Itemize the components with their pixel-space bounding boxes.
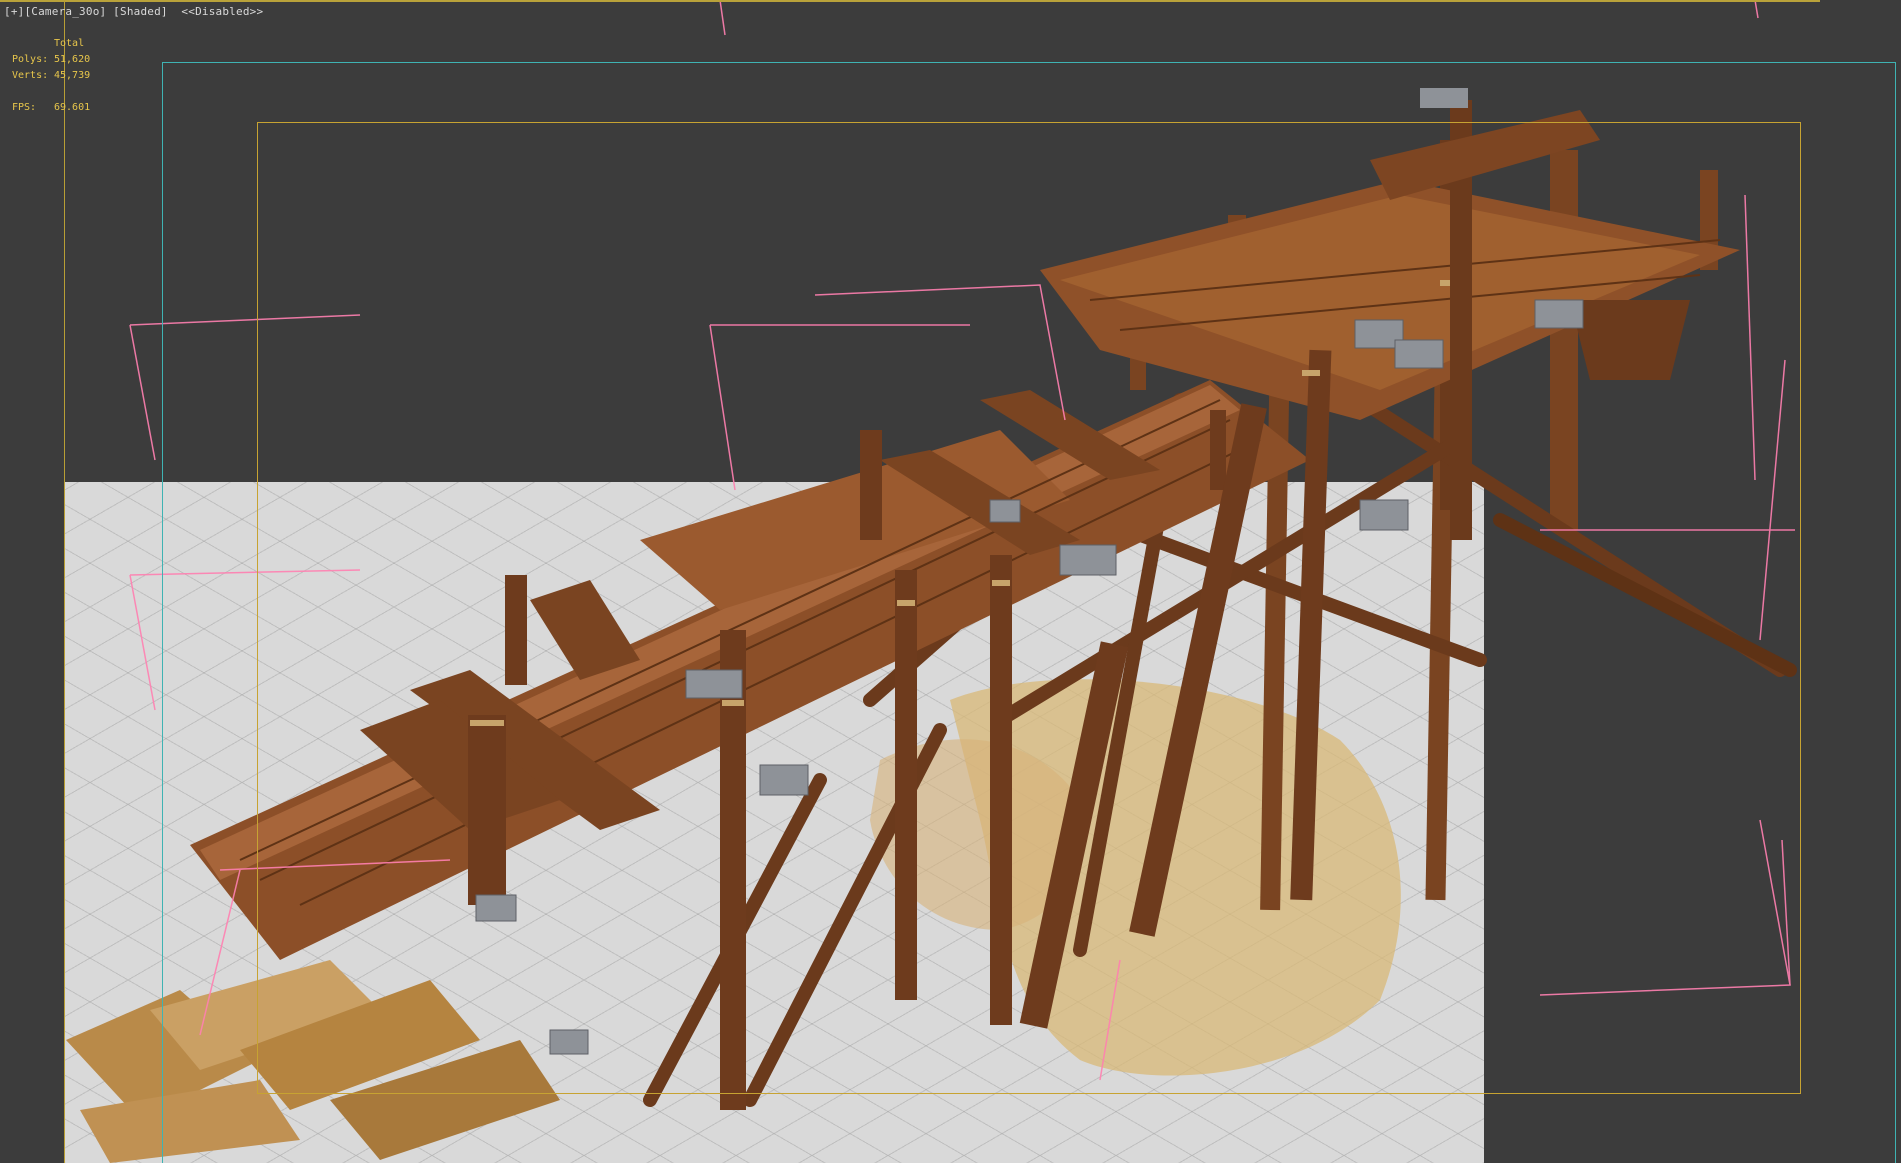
verts-value: 45,739 xyxy=(54,70,91,81)
stats-header: Total xyxy=(54,38,85,49)
verts-label: Verts: xyxy=(12,70,49,81)
fps-value: 69.601 xyxy=(54,102,91,113)
fps-label: FPS: xyxy=(12,102,37,113)
safe-frame-title xyxy=(257,122,1801,1094)
stats-overlay: Total Polys: 51,620 Verts: 45,739 FPS: 69.6… xyxy=(12,36,90,116)
viewport-menu-button[interactable]: [+] xyxy=(4,5,24,18)
safe-frame-left-line xyxy=(64,0,65,1163)
camera-menu[interactable]: [Camera_30o] xyxy=(24,5,106,18)
viewport-label: [+][Camera_30o] [Shaded] <<Disabled>> xyxy=(4,5,263,18)
3d-viewport[interactable]: [+][Camera_30o] [Shaded] <<Disabled>> To… xyxy=(0,0,1901,1163)
polys-label: Polys: xyxy=(12,54,49,65)
shading-menu[interactable]: [Shaded] xyxy=(113,5,168,18)
disabled-label[interactable]: <<Disabled>> xyxy=(181,5,263,18)
polys-value: 51,620 xyxy=(54,54,91,65)
viewport-top-border xyxy=(0,0,1820,2)
